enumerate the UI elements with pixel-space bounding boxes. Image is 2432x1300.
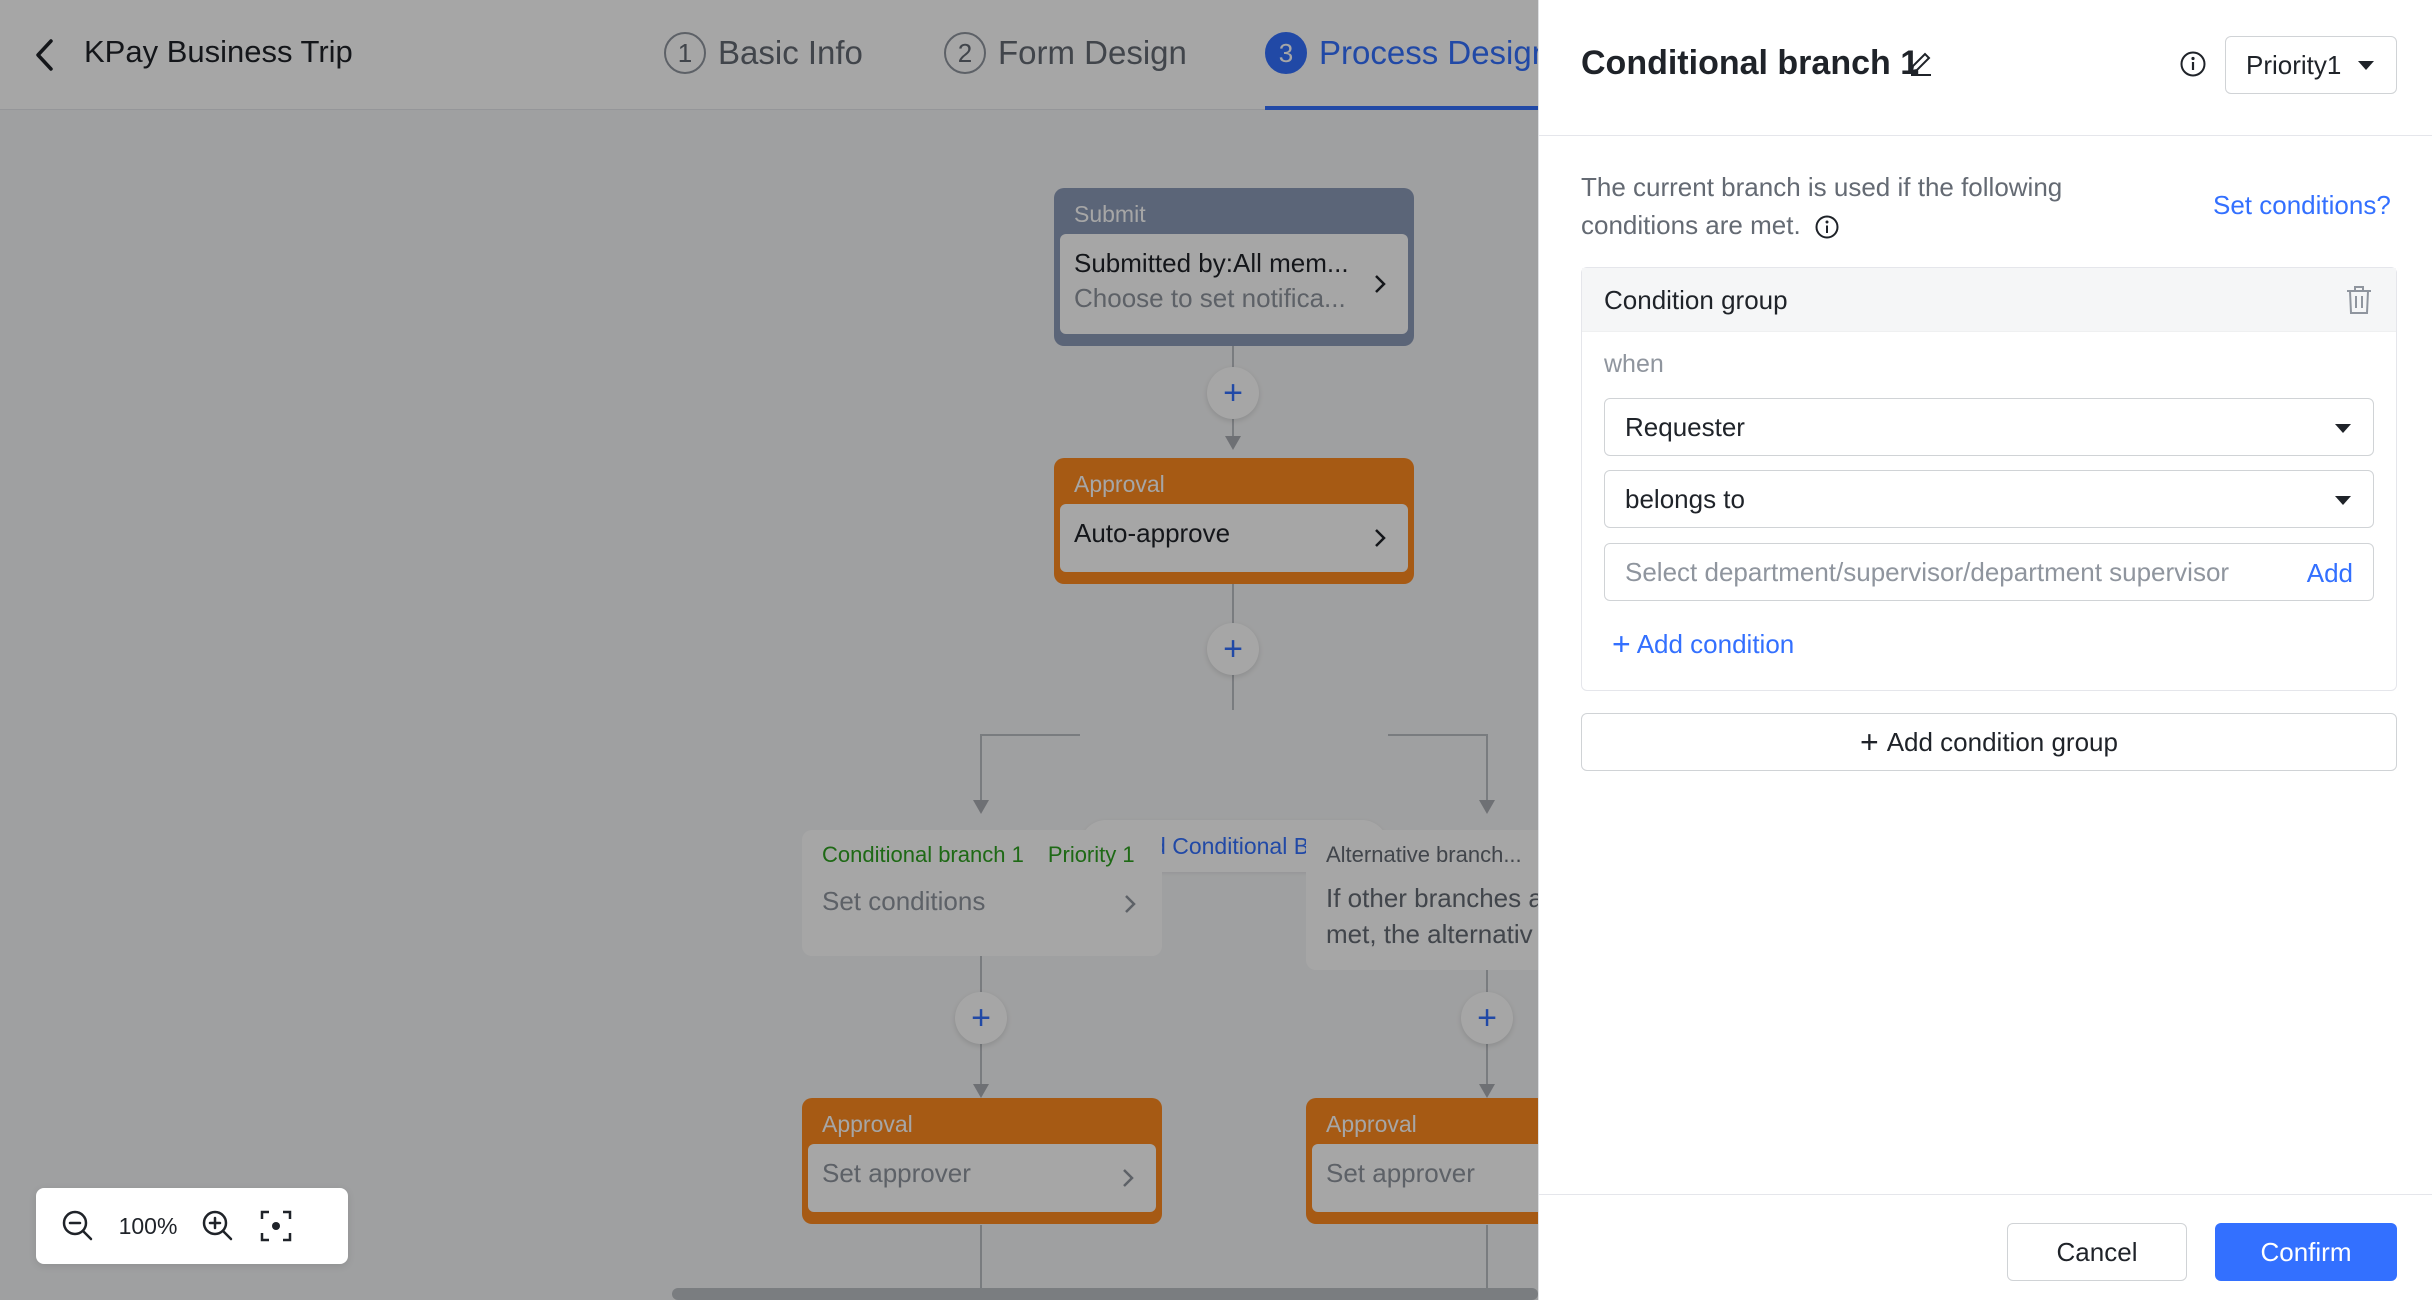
branch-description: The current branch is used if the follow… [1581, 172, 2063, 240]
priority-value: Priority1 [2246, 49, 2342, 80]
condition-field-select[interactable]: Requester [1604, 398, 2374, 456]
add-value-link[interactable]: Add [2307, 558, 2353, 589]
condition-group: Condition group when Requester belongs t… [1581, 267, 2397, 691]
add-condition-button[interactable]: + Add condition [1612, 628, 1794, 660]
field-value: Requester [1625, 411, 1745, 442]
dropdown-caret-icon [2335, 496, 2351, 505]
delete-trash-icon[interactable] [2344, 284, 2374, 316]
panel-footer: Cancel Confirm [1539, 1194, 2432, 1300]
condition-group-title: Condition group [1604, 285, 1788, 315]
zoom-controls: 100% [36, 1188, 348, 1264]
modal-overlay[interactable] [0, 0, 1538, 1300]
dropdown-caret-icon [2358, 61, 2374, 70]
plus-icon: + [1860, 724, 1879, 760]
condition-operator-select[interactable]: belongs to [1604, 470, 2374, 528]
cancel-button[interactable]: Cancel [2007, 1223, 2187, 1281]
dropdown-caret-icon [2335, 424, 2351, 433]
horizontal-scrollbar[interactable] [672, 1288, 1538, 1300]
zoom-out-icon[interactable] [60, 1208, 96, 1244]
zoom-in-icon[interactable] [200, 1208, 236, 1244]
zoom-level: 100% [118, 1212, 178, 1239]
info-icon[interactable] [2179, 50, 2207, 78]
panel-header: Conditional branch 1 Priority1 [1539, 0, 2432, 136]
operator-value: belongs to [1625, 483, 1745, 514]
edit-pencil-icon[interactable] [1907, 50, 1935, 78]
condition-value-picker[interactable]: Select department/supervisor/department … [1604, 543, 2374, 601]
condition-group-header: Condition group [1582, 268, 2396, 332]
panel-title: Conditional branch 1 [1581, 44, 1920, 82]
set-conditions-help-link[interactable]: Set conditions? [2213, 190, 2391, 221]
value-placeholder: Select department/supervisor/department … [1625, 556, 2230, 587]
confirm-button[interactable]: Confirm [2215, 1223, 2397, 1281]
when-label: when [1604, 350, 1664, 378]
fit-screen-icon[interactable] [258, 1208, 294, 1244]
info-icon[interactable] [1814, 214, 1840, 240]
condition-settings-panel: Conditional branch 1 Priority1 The curre… [1538, 0, 2432, 1300]
plus-icon: + [1612, 626, 1631, 662]
priority-dropdown[interactable]: Priority1 [2225, 36, 2397, 94]
add-condition-group-button[interactable]: + Add condition group [1581, 713, 2397, 771]
